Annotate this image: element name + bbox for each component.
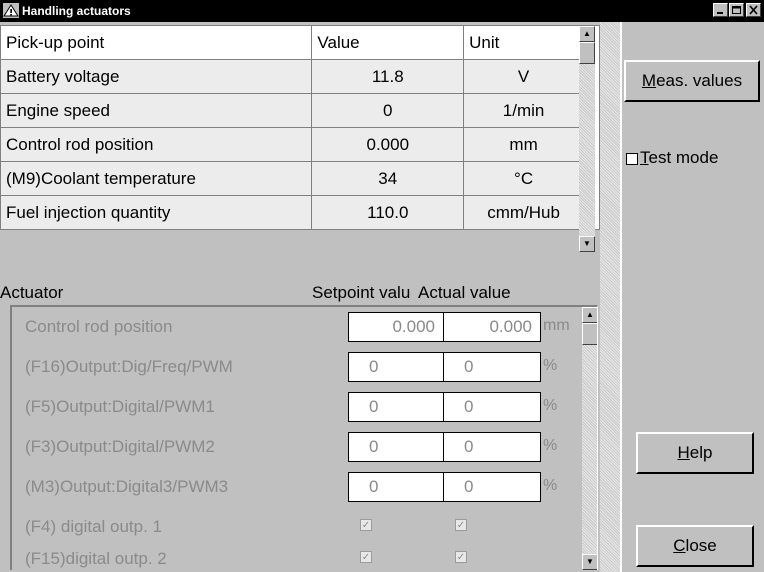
actuator-label: (F15)digital outp. 2	[25, 549, 167, 568]
title-bar: Handling actuators	[0, 0, 764, 22]
actuator-vertical-scrollbar[interactable]: ▲ ▼	[582, 307, 597, 570]
unit-label: %	[543, 397, 558, 414]
checkbox-box[interactable]	[626, 152, 638, 165]
value-cell: 34	[311, 161, 465, 196]
unit-label: %	[543, 437, 558, 454]
close-button[interactable]: Close	[636, 525, 754, 567]
minimize-icon[interactable]	[713, 3, 728, 17]
unit-label: mm	[543, 317, 570, 334]
column-header-unit: Unit	[463, 25, 585, 60]
pickup-point-cell: Battery voltage	[0, 59, 313, 94]
right-panel-divider	[620, 22, 622, 572]
actuator-column-header: Actuator	[0, 283, 64, 302]
unit-cell: °C	[463, 161, 585, 196]
table-row: Fuel injection quantity 110.0 cmm/Hub	[0, 195, 600, 230]
pickup-point-cell: Control rod position	[0, 127, 313, 162]
table-row: Engine speed 0 1/min	[0, 93, 600, 128]
setpoint-checkbox[interactable]: ✓	[360, 551, 372, 563]
actual-value-checkbox: ✓	[455, 519, 467, 531]
pickup-point-cell: Fuel injection quantity	[0, 195, 313, 230]
value-cell: 0	[311, 93, 465, 128]
unit-cell: V	[463, 59, 585, 94]
actuator-row: Control rod position 0.000 0.000 mm	[12, 307, 582, 347]
actuator-row: (F5)Output:Digital/PWM1 0 0 %	[12, 387, 582, 427]
actuator-row: (M3)Output:Digital3/PWM3 0 0 %	[12, 467, 582, 507]
actual-value-field: 0	[443, 392, 541, 422]
scroll-thumb[interactable]	[582, 323, 597, 345]
table-vertical-scrollbar[interactable]: ▲ ▼	[579, 26, 595, 252]
pickup-point-cell: (M9)Coolant temperature	[0, 161, 313, 196]
table-header-row: Pick-up point Value Unit	[0, 25, 600, 230]
table-row: Battery voltage 11.8 V	[0, 59, 600, 94]
test-mode-checkbox[interactable]: Test mode	[626, 148, 718, 168]
column-header-pickup-point: Pick-up point	[0, 25, 313, 60]
unit-label: %	[543, 357, 558, 374]
actuator-label: (F5)Output:Digital/PWM1	[25, 397, 215, 416]
actuator-list: Control rod position 0.000 0.000 mm (F16…	[10, 305, 598, 570]
table-row: (M9)Coolant temperature 34 °C	[0, 161, 600, 196]
scroll-thumb[interactable]	[579, 42, 595, 64]
actual-value-field: 0	[443, 472, 541, 502]
setpoint-input[interactable]: 0.000	[348, 312, 444, 342]
actual-value-checkbox: ✓	[455, 551, 467, 563]
actual-value-field: 0.000	[443, 312, 541, 342]
actual-value-field: 0	[443, 352, 541, 382]
actuator-label: (F3)Output:Digital/PWM2	[25, 437, 215, 456]
unit-label: %	[543, 477, 558, 494]
actual-value-column-header: Actual value	[418, 283, 511, 302]
actuator-label: (F16)Output:Dig/Freq/PWM	[25, 357, 233, 376]
scroll-down-arrow-icon[interactable]: ▼	[582, 554, 597, 570]
maximize-icon[interactable]	[729, 3, 744, 17]
value-cell: 0.000	[311, 127, 465, 162]
actuator-row: (F3)Output:Digital/PWM2 0 0 %	[12, 427, 582, 467]
setpoint-checkbox[interactable]: ✓	[360, 519, 372, 531]
setpoint-input[interactable]: 0	[348, 392, 444, 422]
right-panel-separator	[600, 22, 620, 572]
actuator-label: (M3)Output:Digital3/PWM3	[25, 477, 229, 496]
unit-cell: cmm/Hub	[463, 195, 585, 230]
actuator-row: (F16)Output:Dig/Freq/PWM 0 0 %	[12, 347, 582, 387]
actuator-label: (F4) digital outp. 1	[25, 517, 163, 536]
scroll-up-arrow-icon[interactable]: ▲	[582, 307, 597, 323]
scroll-down-arrow-icon[interactable]: ▼	[579, 236, 595, 252]
unit-cell: 1/min	[463, 93, 585, 128]
help-button[interactable]: Help	[636, 432, 754, 474]
warning-triangle-icon	[3, 3, 19, 18]
table-row: Control rod position 0.000 mm	[0, 127, 600, 162]
window-title: Handling actuators	[22, 4, 131, 18]
setpoint-input[interactable]: 0	[348, 472, 444, 502]
setpoint-input[interactable]: 0	[348, 432, 444, 462]
close-icon[interactable]	[746, 3, 761, 17]
setpoint-input[interactable]: 0	[348, 352, 444, 382]
scroll-up-arrow-icon[interactable]: ▲	[579, 26, 595, 42]
pickup-point-cell: Engine speed	[0, 93, 313, 128]
actuator-label: Control rod position	[25, 317, 173, 336]
setpoint-column-header: Setpoint valu	[312, 283, 411, 302]
meas-values-button[interactable]: Meas. values	[624, 60, 760, 102]
measurement-table: Pick-up point Value Unit Battery voltage…	[0, 25, 600, 230]
actuator-row: (F15)digital outp. 2 ✓ ✓	[12, 539, 582, 570]
column-header-value: Value	[311, 25, 465, 60]
value-cell: 110.0	[311, 195, 465, 230]
actual-value-field: 0	[443, 432, 541, 462]
value-cell: 11.8	[311, 59, 465, 94]
unit-cell: mm	[463, 127, 585, 162]
